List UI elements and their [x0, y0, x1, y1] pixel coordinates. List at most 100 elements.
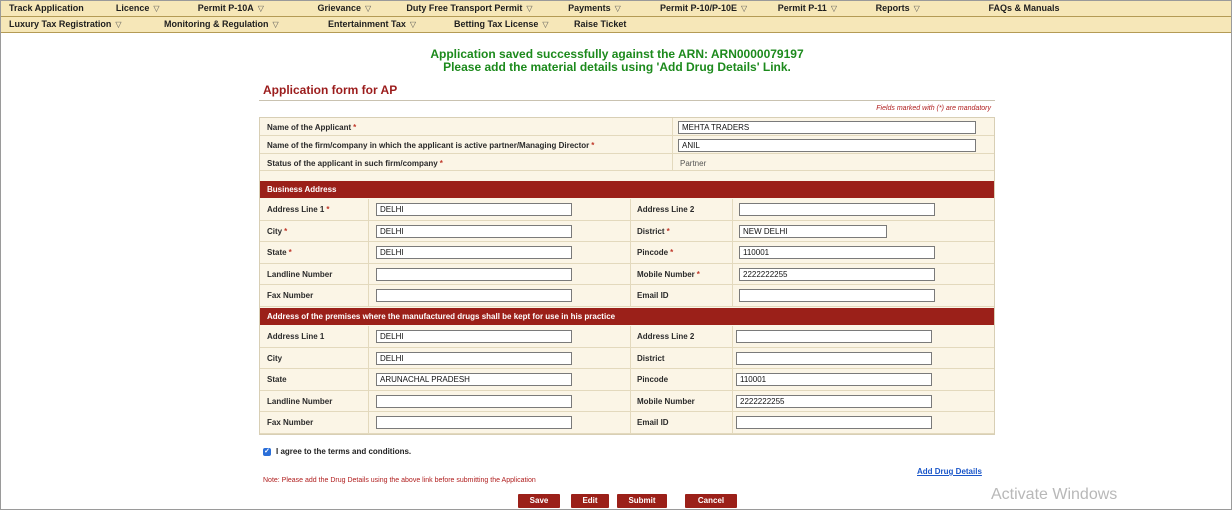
mobile-label: Mobile Number — [637, 396, 695, 406]
pincode-label: Pincode — [637, 375, 669, 384]
address2-input[interactable] — [739, 203, 935, 216]
activate-windows-watermark: Activate Windows — [991, 486, 1118, 503]
city-input[interactable]: DELHI — [376, 351, 572, 365]
required-mark: * — [284, 226, 288, 236]
address1-input[interactable]: DELHI — [376, 203, 572, 216]
landline-label: Landline Number — [267, 396, 333, 406]
pincode-input[interactable]: 110001 — [739, 246, 935, 259]
nav1-5[interactable]: Payments ▽ — [560, 1, 652, 16]
district-input[interactable]: NEW DELHI — [739, 224, 887, 238]
mobile-label: Mobile Number — [637, 269, 695, 279]
application-form: Name of the Applicant * MEHTA TRADERS Nam… — [259, 117, 995, 435]
city-label: City — [267, 353, 283, 363]
form-title: Application form for AP — [263, 83, 398, 97]
checkbox-checked-icon[interactable]: ✓ — [263, 447, 271, 456]
firm-name-label: Name of the firm/company in which the ap… — [267, 141, 590, 150]
nav2-2[interactable]: Entertainment Tax ▽ — [320, 17, 446, 32]
premises_address-row-state: State ARUNACHAL PRADESH Pincode 110001 — [260, 369, 994, 391]
chevron-down-icon: ▽ — [614, 4, 621, 13]
email-input[interactable] — [736, 416, 932, 429]
nav2-1[interactable]: Monitoring & Regulation ▽ — [156, 17, 320, 32]
address1-label: Address Line 1 — [267, 205, 325, 214]
premises_address-row-city: City DELHI District — [260, 348, 994, 369]
nav-item-label: Betting Tax License — [454, 19, 539, 29]
chevron-down-icon: ▽ — [913, 4, 920, 13]
column-divider — [368, 326, 369, 434]
nav-item-label: Payments — [568, 3, 611, 13]
chevron-down-icon: ▽ — [153, 4, 160, 13]
applicant-name-input[interactable]: MEHTA TRADERS — [678, 121, 976, 134]
fax-label: Fax Number — [267, 418, 314, 427]
required-mark: * — [353, 123, 357, 132]
pincode-input[interactable]: 110001 — [736, 373, 932, 386]
main-nav: Track Application Licence ▽ Permit P-10A ▽ Gr… — [1, 1, 1231, 17]
nav-item-label: Track Application — [9, 3, 84, 13]
address1-input[interactable]: DELHI — [376, 330, 572, 343]
chevron-down-icon: ▽ — [526, 4, 533, 13]
state-input[interactable]: DELHI — [376, 246, 572, 259]
nav-item-label: FAQs & Manuals — [988, 3, 1060, 13]
email-label: Email ID — [637, 418, 669, 427]
district-input[interactable] — [736, 351, 932, 365]
applicant-name-label: Name of the Applicant — [267, 123, 352, 132]
nav1-7[interactable]: Permit P-11 ▽ — [770, 1, 868, 16]
chevron-down-icon: ▽ — [830, 4, 837, 13]
address1-label: Address Line 1 — [267, 332, 325, 341]
nav1-4[interactable]: Duty Free Transport Permit ▽ — [398, 1, 560, 16]
business_address-row-city: City * DELHI District * NEW DELHI — [260, 221, 994, 242]
premises_address-row-address1: Address Line 1 DELHI Address Line 2 — [260, 326, 994, 348]
chevron-down-icon: ▽ — [272, 20, 279, 29]
nav1-8[interactable]: Reports ▽ — [868, 1, 981, 16]
fax-input[interactable] — [376, 416, 572, 429]
column-divider — [732, 199, 733, 307]
chevron-down-icon: ▽ — [365, 4, 372, 13]
pincode-label: Pincode — [637, 248, 669, 257]
fax-label: Fax Number — [267, 291, 314, 300]
nav1-3[interactable]: Grievance ▽ — [310, 1, 399, 16]
required-mark: * — [696, 269, 700, 279]
city-input[interactable]: DELHI — [376, 224, 572, 238]
submit-button[interactable]: Submit — [617, 494, 667, 508]
landline-input[interactable] — [376, 394, 572, 408]
address2-input[interactable] — [736, 330, 932, 343]
district-label: District — [637, 353, 665, 363]
nav1-9[interactable]: FAQs & Manuals — [980, 1, 1231, 16]
landline-label: Landline Number — [267, 269, 333, 279]
address2-label: Address Line 2 — [637, 332, 695, 341]
edit-button[interactable]: Edit — [571, 494, 609, 508]
nav1-6[interactable]: Permit P-10/P-10E ▽ — [652, 1, 770, 16]
state-input[interactable]: ARUNACHAL PRADESH — [376, 373, 572, 386]
column-divider — [368, 199, 369, 307]
nav-item-label: Duty Free Transport Permit — [406, 3, 523, 13]
nav2-0[interactable]: Luxury Tax Registration ▽ — [1, 17, 156, 32]
mobile-input[interactable]: 2222222255 — [739, 267, 935, 281]
nav-item-label: Permit P-10/P-10E — [659, 3, 738, 13]
nav1-1[interactable]: Licence ▽ — [108, 1, 190, 16]
terms-agreement[interactable]: ✓ I agree to the terms and conditions. — [263, 447, 411, 456]
success-message: Application saved successfully against t… — [1, 48, 1232, 74]
required-mark: * — [288, 248, 292, 257]
firm-name-input[interactable]: ANIL — [678, 139, 976, 152]
nav2-4[interactable]: Raise Ticket — [566, 17, 1001, 32]
save-button[interactable]: Save — [518, 494, 560, 508]
cancel-button[interactable]: Cancel — [685, 494, 737, 508]
city-label: City — [267, 226, 283, 236]
required-mark: * — [670, 248, 674, 257]
chevron-down-icon: ▽ — [409, 20, 417, 29]
landline-input[interactable] — [376, 267, 572, 281]
nav-item-label: Licence — [115, 3, 150, 13]
mobile-input[interactable]: 2222222255 — [736, 394, 932, 408]
add-drug-details-link[interactable]: Add Drug Details — [917, 467, 982, 476]
nav1-0[interactable]: Track Application — [1, 1, 108, 16]
status-value: Partner — [680, 159, 707, 168]
email-input[interactable] — [739, 289, 935, 302]
status-label: Status of the applicant in such firm/com… — [267, 159, 438, 168]
column-divider — [672, 118, 673, 171]
mandatory-note: Fields marked with (*) are mandatory — [876, 105, 991, 112]
premises-address-heading: Address of the premises where the manufa… — [260, 308, 994, 325]
nav1-2[interactable]: Permit P-10A ▽ — [190, 1, 310, 16]
nav2-3[interactable]: Betting Tax License ▽ — [446, 17, 566, 32]
district-label: District — [637, 226, 665, 236]
business_address-row-address1: Address Line 1 * DELHI Address Line 2 — [260, 199, 994, 221]
fax-input[interactable] — [376, 289, 572, 302]
